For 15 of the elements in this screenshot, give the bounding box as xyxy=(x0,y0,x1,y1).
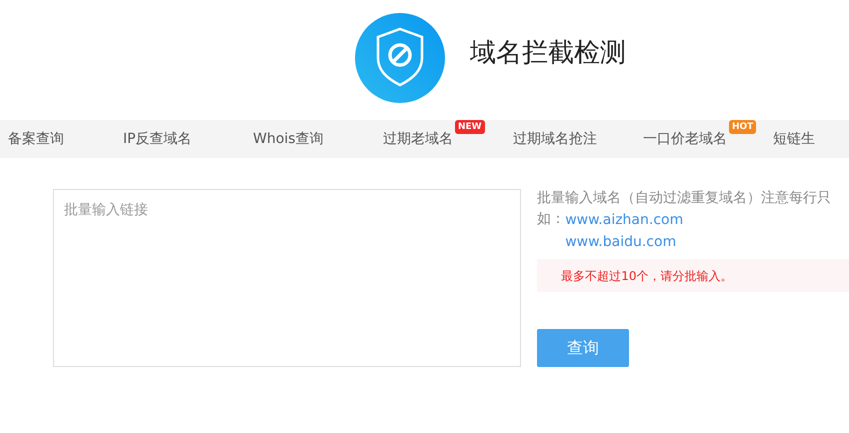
nav-link[interactable]: Whois查询 xyxy=(253,130,324,146)
nav-link[interactable]: 过期域名抢注 xyxy=(513,130,597,146)
link-input-field[interactable]: 批量输入链接 xyxy=(53,189,522,367)
nav-link[interactable]: 过期老域名 xyxy=(383,130,453,146)
nav-link[interactable]: 一口价老域名 xyxy=(643,130,727,146)
warning-alert: 最多不超过10个，请分批输入。 xyxy=(537,259,849,292)
nav-link[interactable]: 短链生 xyxy=(773,130,815,146)
hint-text: 批量输入域名（自动过滤重复域名）注意每行只 xyxy=(537,189,832,208)
nav-badge: HOT xyxy=(729,120,756,134)
shield-block-icon xyxy=(355,13,445,103)
page-title: 域名拦截检测 xyxy=(470,36,626,70)
nav-link[interactable]: 备案查询 xyxy=(8,130,64,146)
nav-link[interactable]: IP反查域名 xyxy=(123,130,192,146)
nav-badge: NEW xyxy=(455,120,485,134)
example-label: 如： xyxy=(537,210,566,229)
